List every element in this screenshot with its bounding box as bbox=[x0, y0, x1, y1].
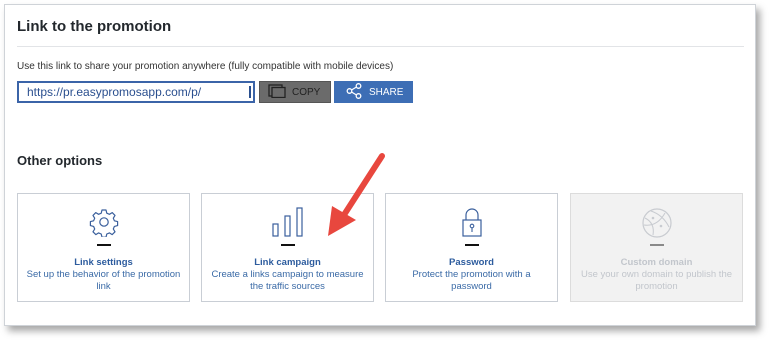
card-subtitle: Protect the promotion with a password bbox=[412, 269, 531, 292]
card-password[interactable]: Password Protect the promotion with a pa… bbox=[385, 193, 558, 302]
text-cursor bbox=[249, 86, 251, 98]
card-title: Custom domain bbox=[620, 257, 693, 268]
copy-label: COPY bbox=[292, 86, 321, 98]
other-options-title: Other options bbox=[17, 153, 103, 168]
lock-icon bbox=[386, 207, 557, 237]
globe-icon bbox=[571, 207, 742, 238]
card-divider bbox=[650, 244, 664, 246]
share-icon bbox=[346, 82, 362, 102]
card-subtitle: Set up the behavior of the promotion lin… bbox=[26, 269, 181, 292]
divider bbox=[17, 46, 744, 47]
copy-button[interactable]: COPY bbox=[259, 81, 331, 103]
card-divider bbox=[281, 244, 295, 246]
section-title: Link to the promotion bbox=[17, 18, 172, 35]
card-subtitle: Create a links campaign to measure the t… bbox=[211, 269, 364, 292]
share-label: SHARE bbox=[369, 86, 404, 98]
card-divider bbox=[97, 244, 111, 246]
card-custom-domain: Custom domain Use your own domain to pub… bbox=[570, 193, 743, 302]
promotion-url-input[interactable] bbox=[17, 81, 255, 103]
gear-icon bbox=[18, 207, 189, 237]
card-title: Password bbox=[449, 257, 494, 268]
section-description: Use this link to share your promotion an… bbox=[17, 61, 394, 72]
card-divider bbox=[465, 244, 479, 246]
card-title: Link campaign bbox=[254, 257, 321, 268]
card-title: Link settings bbox=[74, 257, 133, 268]
copy-icon bbox=[268, 83, 286, 101]
card-link-settings[interactable]: Link settings Set up the behavior of the… bbox=[17, 193, 190, 302]
card-subtitle: Use your own domain to publish the promo… bbox=[580, 269, 733, 292]
share-button[interactable]: SHARE bbox=[334, 81, 413, 103]
annotation-arrow-icon bbox=[328, 153, 385, 236]
